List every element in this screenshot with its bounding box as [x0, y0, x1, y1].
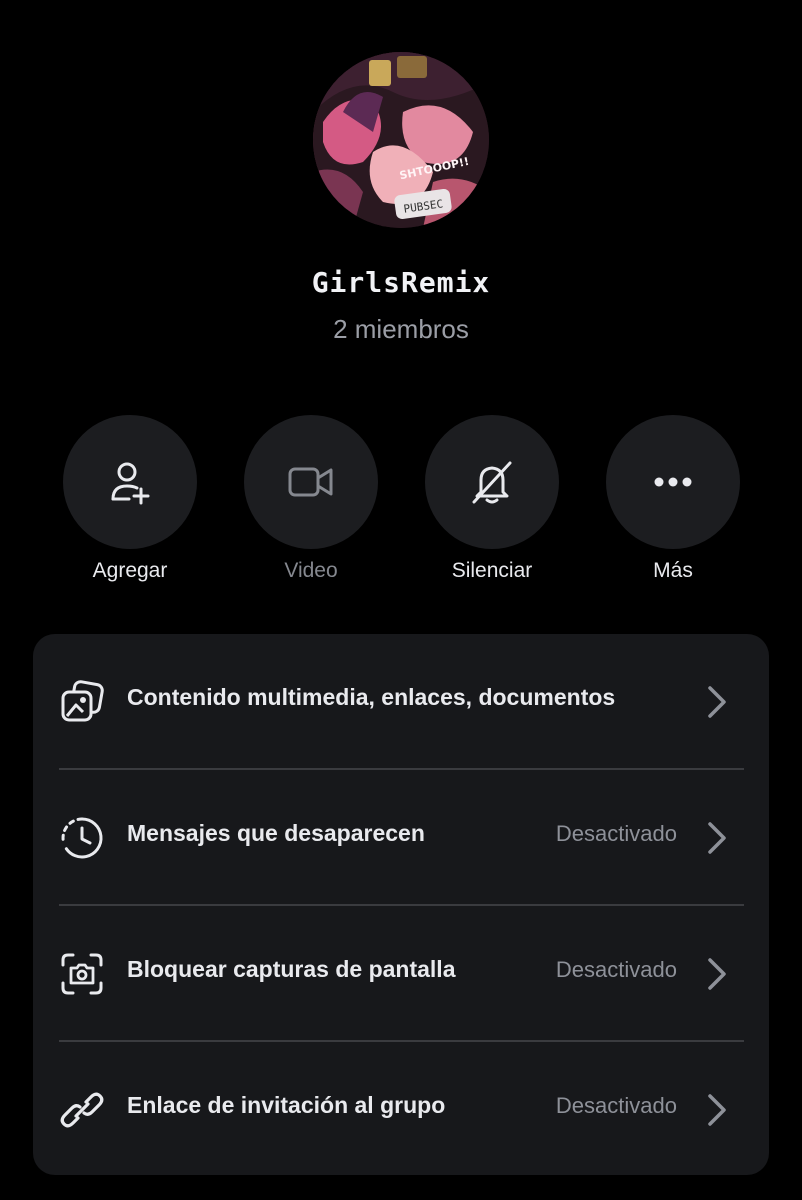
add-person-icon	[111, 462, 150, 505]
settings-row-screenshot-title: Bloquear capturas de pantalla	[127, 956, 456, 982]
settings-row-screenshot-value: Desactivado	[555, 957, 677, 982]
add-member-button[interactable]: Agregar	[63, 415, 197, 585]
chevron-right-icon	[708, 686, 726, 718]
settings-card: Contenido multimedia, enlaces, documento…	[33, 634, 769, 1175]
video-camera-icon	[288, 467, 333, 497]
mute-label: Silenciar	[451, 559, 533, 582]
chevron-right-icon	[708, 822, 726, 854]
mute-circle[interactable]	[425, 415, 559, 549]
chevron-right-icon	[708, 958, 726, 990]
link-icon	[60, 1092, 104, 1128]
video-call-circle[interactable]	[244, 415, 378, 549]
settings-row-disappearing-title: Mensajes que desaparecen	[127, 820, 425, 846]
more-button[interactable]: Más	[606, 415, 740, 585]
bell-off-icon	[472, 461, 512, 504]
video-call-button[interactable]: Video	[244, 415, 378, 585]
settings-row-disappearing-value: Desactivado	[555, 821, 677, 846]
add-member-circle[interactable]	[63, 415, 197, 549]
group-avatar[interactable]: PUBSEC SHTOOOP!!	[313, 52, 489, 228]
mute-button[interactable]: Silenciar	[425, 415, 559, 585]
chevron-right-icon	[708, 1094, 726, 1126]
settings-row-disappearing[interactable]: Mensajes que desaparecen Desactivado	[33, 770, 769, 905]
more-label: Más	[653, 559, 693, 582]
video-call-label: Video	[284, 559, 338, 582]
settings-row-invite-link[interactable]: Enlace de invitación al grupo Desactivad…	[33, 1042, 769, 1175]
settings-row-invite-link-title: Enlace de invitación al grupo	[127, 1092, 446, 1118]
media-gallery-icon	[61, 680, 104, 722]
more-dots-icon	[654, 477, 692, 487]
member-count[interactable]: 2 miembros	[0, 314, 802, 345]
settings-row-invite-link-value: Desactivado	[555, 1093, 677, 1118]
screenshot-icon	[61, 953, 103, 995]
avatar-artwork-image: PUBSEC SHTOOOP!!	[313, 52, 489, 228]
settings-row-media-title: Contenido multimedia, enlaces, documento…	[127, 684, 616, 710]
settings-row-media[interactable]: Contenido multimedia, enlaces, documento…	[33, 634, 769, 769]
settings-row-screenshot[interactable]: Bloquear capturas de pantalla Desactivad…	[33, 906, 769, 1041]
add-member-label: Agregar	[92, 559, 168, 582]
more-circle[interactable]	[606, 415, 740, 549]
timer-icon	[61, 817, 103, 859]
group-name: GirlsRemix	[311, 266, 491, 299]
